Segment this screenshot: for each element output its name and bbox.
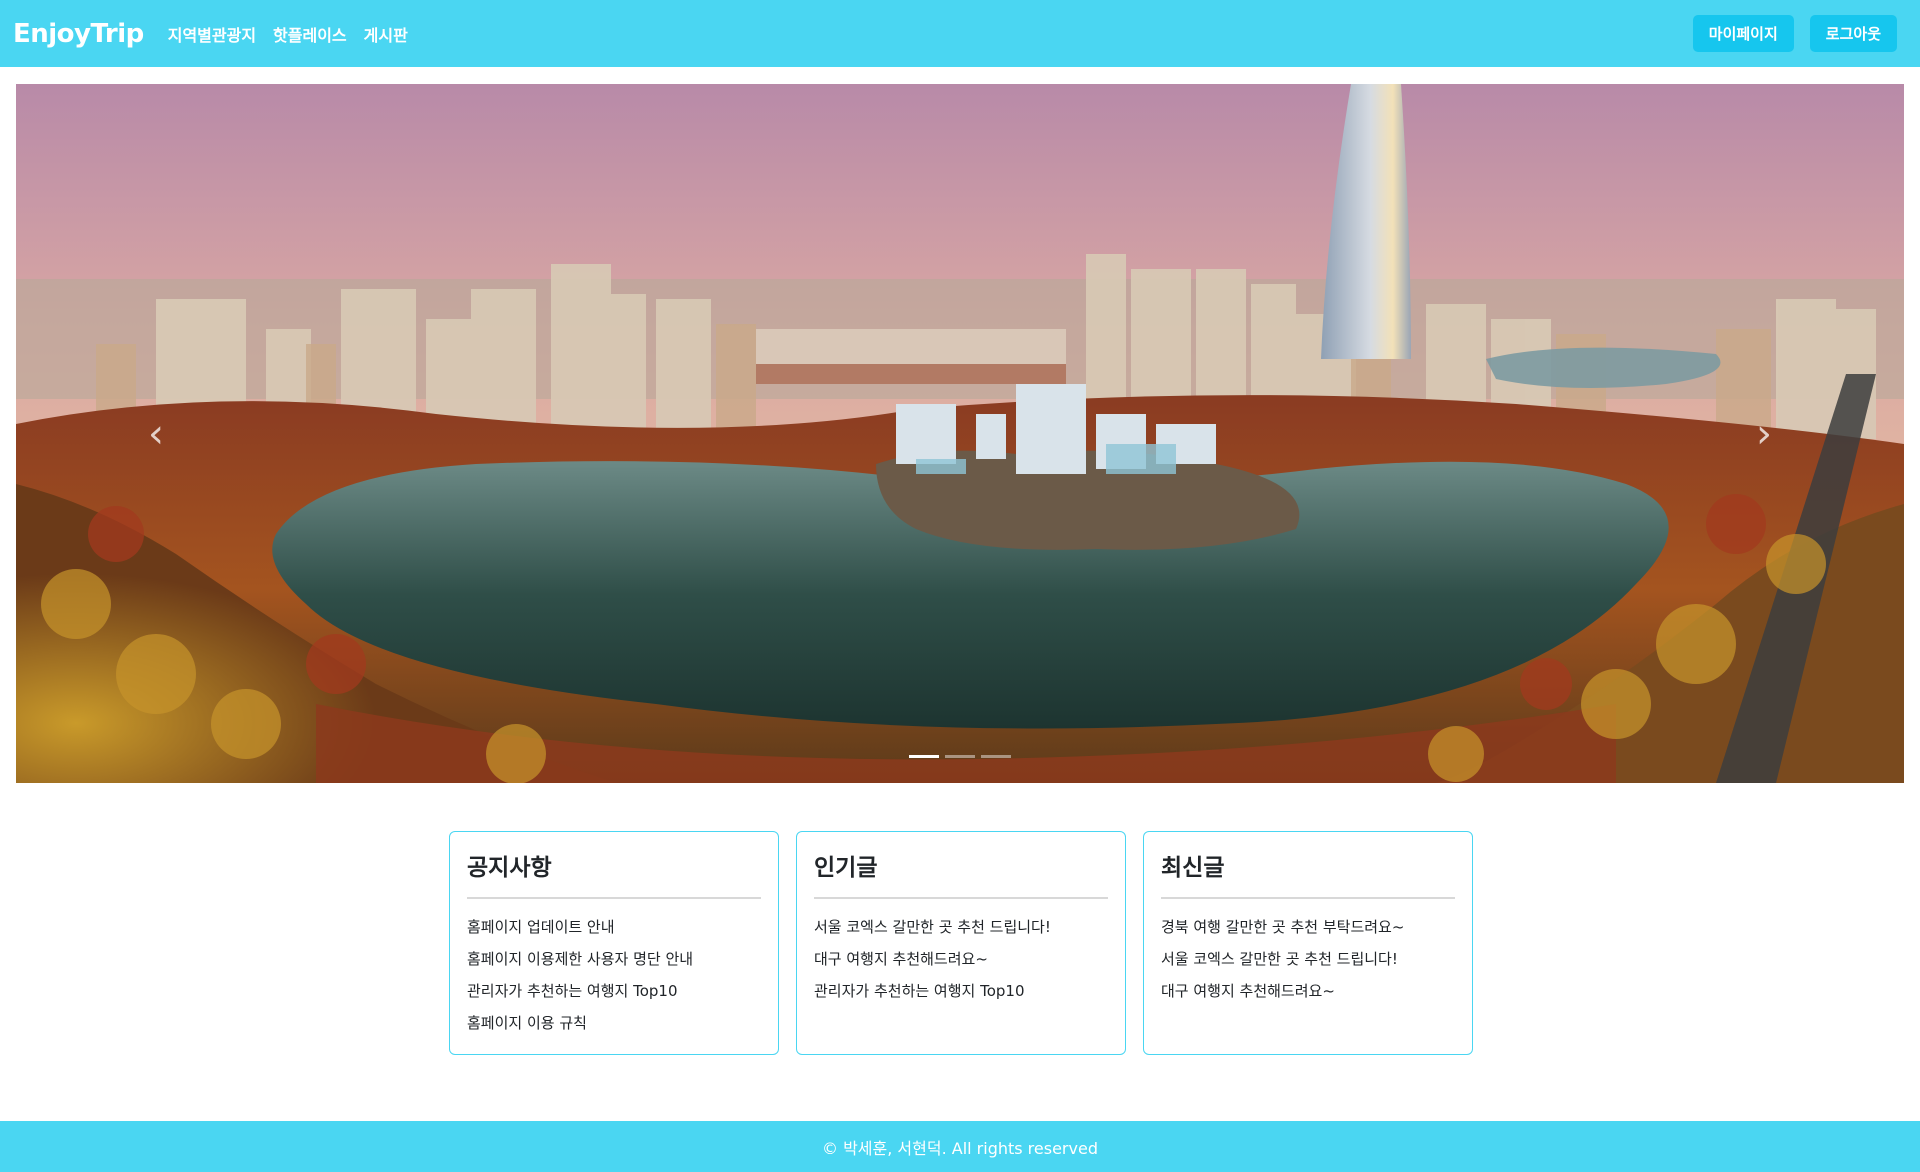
carousel-next-button[interactable]: › — [1704, 84, 1824, 783]
popular-posts-card: 인기글 서울 코엑스 갈만한 곳 추천 드립니다! 대구 여행지 추천해드려요~… — [796, 831, 1126, 1055]
list-item[interactable]: 경북 여행 갈만한 곳 추천 부탁드려요~ — [1161, 911, 1455, 943]
brand-logo[interactable]: EnjoyTrip — [13, 19, 144, 49]
footer: © 박세훈, 서현덕. All rights reserved — [0, 1121, 1920, 1172]
list-item[interactable]: 대구 여행지 추천해드려요~ — [1161, 975, 1455, 1007]
list-item[interactable]: 서울 코엑스 갈만한 곳 추천 드립니다! — [814, 911, 1108, 943]
list-item[interactable]: 홈페이지 업데이트 안내 — [467, 911, 761, 943]
list-item[interactable]: 홈페이지 이용제한 사용자 명단 안내 — [467, 943, 761, 975]
card-title: 최신글 — [1161, 848, 1455, 899]
card-list: 홈페이지 업데이트 안내 홈페이지 이용제한 사용자 명단 안내 관리자가 추천… — [467, 911, 761, 1039]
nav-actions: 마이페이지 로그아웃 — [1692, 15, 1897, 52]
hero-image-seoul-lake — [16, 84, 1904, 783]
list-item[interactable]: 홈페이지 이용 규칙 — [467, 1007, 761, 1039]
hero-carousel: ‹ › — [16, 84, 1904, 783]
nav-link-hotplace[interactable]: 핫플레이스 — [273, 22, 347, 46]
mypage-button[interactable]: 마이페이지 — [1692, 15, 1794, 52]
navbar: EnjoyTrip 지역별관광지 핫플레이스 게시판 마이페이지 로그아웃 — [0, 0, 1920, 67]
carousel-prev-button[interactable]: ‹ — [96, 84, 216, 783]
card-title: 인기글 — [814, 848, 1108, 899]
list-item[interactable]: 대구 여행지 추천해드려요~ — [814, 943, 1108, 975]
list-item[interactable]: 서울 코엑스 갈만한 곳 추천 드립니다! — [1161, 943, 1455, 975]
logout-button[interactable]: 로그아웃 — [1809, 15, 1897, 52]
chevron-left-icon: ‹ — [148, 410, 164, 457]
card-list: 경북 여행 갈만한 곳 추천 부탁드려요~ 서울 코엑스 갈만한 곳 추천 드립… — [1161, 911, 1455, 1007]
list-item[interactable]: 관리자가 추천하는 여행지 Top10 — [467, 975, 761, 1007]
copyright-text: © 박세훈, 서현덕. All rights reserved — [822, 1138, 1098, 1158]
list-item[interactable]: 관리자가 추천하는 여행지 Top10 — [814, 975, 1108, 1007]
carousel-indicator-1[interactable] — [909, 755, 939, 758]
notice-card: 공지사항 홈페이지 업데이트 안내 홈페이지 이용제한 사용자 명단 안내 관리… — [449, 831, 779, 1055]
board-cards: 공지사항 홈페이지 업데이트 안내 홈페이지 이용제한 사용자 명단 안내 관리… — [449, 831, 1473, 1055]
carousel-indicator-2[interactable] — [945, 755, 975, 758]
nav-link-regional-attractions[interactable]: 지역별관광지 — [168, 22, 256, 46]
chevron-right-icon: › — [1756, 410, 1772, 457]
nav-link-board[interactable]: 게시판 — [364, 22, 408, 46]
carousel-indicators — [909, 755, 1011, 758]
card-title: 공지사항 — [467, 848, 761, 899]
card-list: 서울 코엑스 갈만한 곳 추천 드립니다! 대구 여행지 추천해드려요~ 관리자… — [814, 911, 1108, 1007]
carousel-indicator-3[interactable] — [981, 755, 1011, 758]
latest-posts-card: 최신글 경북 여행 갈만한 곳 추천 부탁드려요~ 서울 코엑스 갈만한 곳 추… — [1143, 831, 1473, 1055]
nav-links: 지역별관광지 핫플레이스 게시판 — [168, 22, 408, 46]
